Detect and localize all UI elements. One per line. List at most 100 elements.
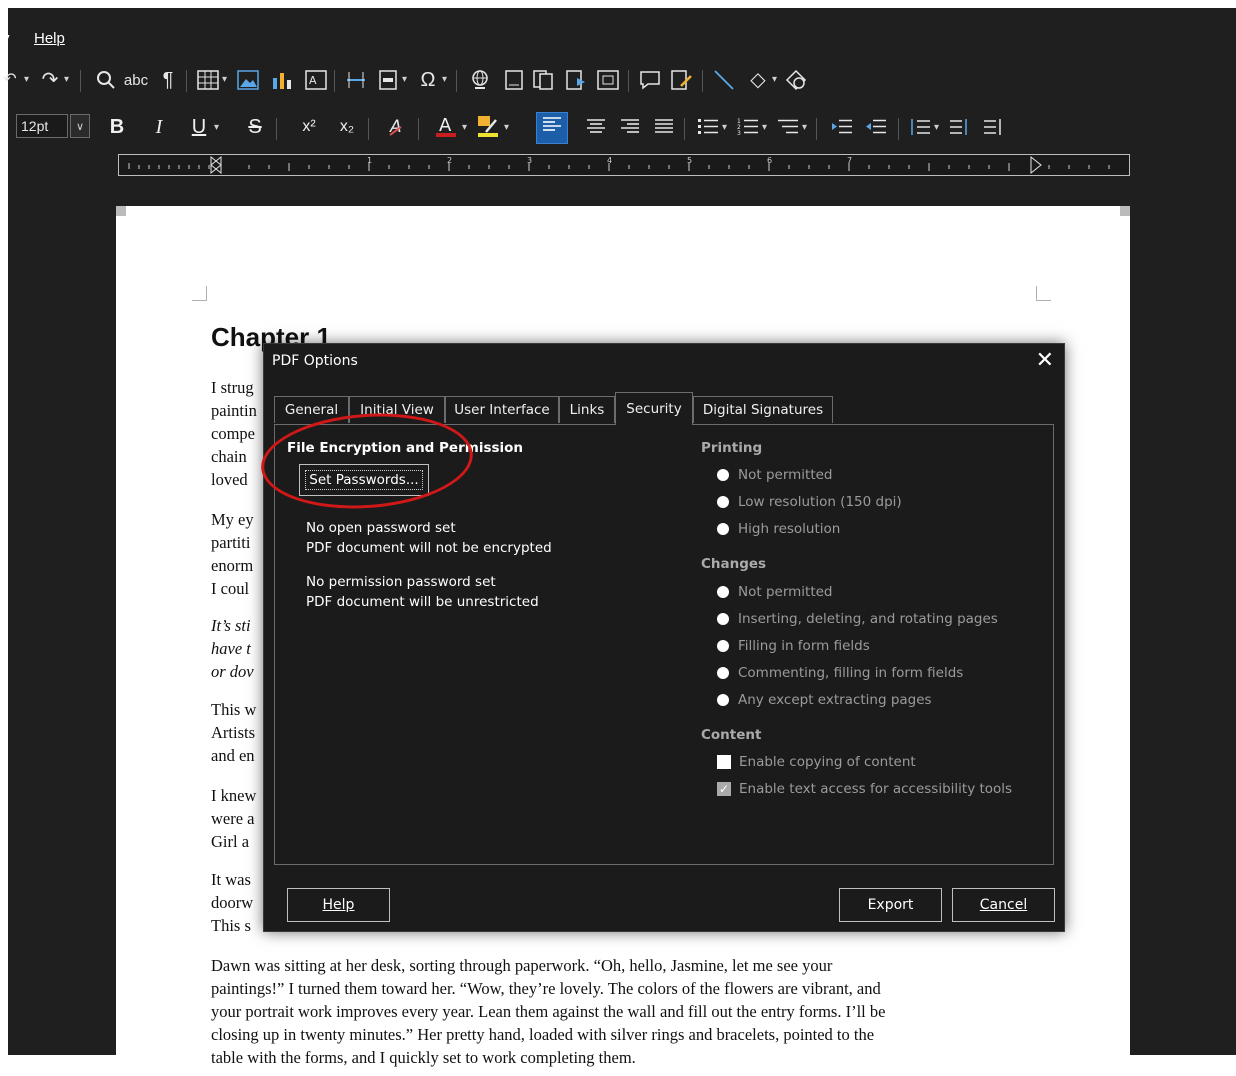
align-left-button[interactable] [536,112,568,144]
cross-reference-icon[interactable] [532,68,556,92]
special-character-icon[interactable]: Ω [416,68,440,92]
toolbar-separator [418,118,419,140]
printing-option-high-resolution[interactable]: High resolution [717,521,840,537]
insert-image-icon[interactable] [236,68,260,92]
draw-functions-icon[interactable] [784,68,808,92]
outline-list-icon[interactable] [776,115,800,139]
insert-textbox-icon[interactable]: A [304,68,328,92]
increase-paragraph-spacing-icon[interactable] [948,115,972,139]
menu-item-view[interactable]: v [2,30,10,47]
spelling-icon[interactable]: abc [124,68,148,92]
align-center-icon[interactable] [584,115,608,139]
tab-links[interactable]: Links [559,396,615,423]
clear-formatting-icon[interactable]: A [386,114,410,138]
italic-button[interactable]: I [146,114,172,140]
hyperlink-icon[interactable] [468,68,492,92]
font-size-field[interactable]: 12pt [16,114,68,138]
highlighting-color-icon[interactable] [476,114,500,138]
open-password-status: No open password set [306,520,456,536]
radio-icon [717,613,729,625]
enable-accessibility-checkbox[interactable]: ✓ Enable text access for accessibility to… [717,781,1012,797]
bold-button[interactable]: B [104,114,130,140]
insert-frame-icon[interactable] [596,68,620,92]
decrease-indent-icon[interactable] [864,115,888,139]
tab-initial-view[interactable]: Initial View [349,396,445,423]
line-spacing-icon[interactable] [908,115,932,139]
basic-shapes-icon[interactable]: ◇ [746,68,770,92]
option-label: Enable copying of content [739,754,916,770]
subscript-button[interactable]: x₂ [334,114,360,140]
unordered-list-dropdown-icon[interactable]: ▾ [722,122,727,133]
changes-option-commenting[interactable]: Commenting, filling in form fields [717,665,963,681]
help-button[interactable]: Help [287,888,390,922]
align-right-icon[interactable] [618,115,642,139]
permission-password-status: No permission password set [306,574,496,590]
horizontal-ruler[interactable]: 1 2 3 4 5 6 7 [118,154,1130,176]
formatting-marks-icon[interactable]: ¶ [156,68,180,92]
undo-dropdown-icon[interactable]: ▾ [24,74,29,85]
unordered-list-icon[interactable] [696,115,720,139]
close-icon[interactable]: ✕ [1036,348,1054,373]
changes-option-any-except-extracting[interactable]: Any except extracting pages [717,692,932,708]
line-spacing-dropdown-icon[interactable]: ▾ [934,122,939,133]
tab-security[interactable]: Security [615,392,693,425]
find-replace-icon[interactable] [94,68,118,92]
tab-general[interactable]: General [274,396,349,423]
printing-option-not-permitted[interactable]: Not permitted [717,467,833,483]
insert-chart-icon[interactable] [270,68,294,92]
cancel-button[interactable]: Cancel [952,888,1055,922]
font-color-icon[interactable]: A [434,114,458,138]
underline-dropdown-icon[interactable]: ▾ [214,122,219,133]
insert-page-break-icon[interactable] [344,68,368,92]
ordered-list-dropdown-icon[interactable]: ▾ [762,122,767,133]
strikethrough-button[interactable]: S [242,114,268,140]
radio-icon [717,586,729,598]
track-changes-icon[interactable] [670,68,694,92]
justify-icon[interactable] [652,115,676,139]
comment-icon[interactable] [638,68,662,92]
line-icon[interactable] [712,68,736,92]
changes-option-inserting-pages[interactable]: Inserting, deleting, and rotating pages [717,611,998,627]
table-dropdown-icon[interactable]: ▾ [222,74,227,85]
tab-digital-signatures[interactable]: Digital Signatures [693,396,833,423]
svg-text:3: 3 [527,156,532,165]
changes-option-filling-forms[interactable]: Filling in form fields [717,638,870,654]
undo-icon[interactable]: ↶ [0,68,22,92]
radio-icon [717,640,729,652]
svg-text:A: A [309,74,317,87]
chevron-down-icon: ∨ [75,120,85,133]
redo-icon[interactable]: ↷ [38,68,62,92]
bookmark-icon[interactable] [564,68,588,92]
radio-icon [717,523,729,535]
decrease-paragraph-spacing-icon[interactable] [982,115,1006,139]
printing-option-low-resolution[interactable]: Low resolution (150 dpi) [717,494,902,510]
page-corner-marker [116,206,126,216]
increase-indent-icon[interactable] [830,115,854,139]
enable-copying-checkbox[interactable]: Enable copying of content [717,754,916,770]
insert-table-icon[interactable] [196,68,220,92]
superscript-button[interactable]: x² [296,114,322,140]
underline-button[interactable]: U [186,114,212,140]
tab-user-interface[interactable]: User Interface [445,396,559,423]
changes-option-not-permitted[interactable]: Not permitted [717,584,833,600]
option-label: Inserting, deleting, and rotating pages [738,611,998,627]
special-character-dropdown-icon[interactable]: ▾ [442,74,447,85]
field-dropdown-icon[interactable]: ▾ [402,74,407,85]
checkmark-icon: ✓ [717,782,731,796]
font-color-dropdown-icon[interactable]: ▾ [462,122,467,133]
ordered-list-icon[interactable]: 123 [736,115,760,139]
insert-field-icon[interactable] [376,68,400,92]
font-size-dropdown-button[interactable]: ∨ [70,114,90,138]
toolbar-separator [628,70,629,92]
redo-dropdown-icon[interactable]: ▾ [64,74,69,85]
permission-password-note: PDF document will be unrestricted [306,594,539,610]
set-passwords-button[interactable]: Set Passwords... [299,464,429,496]
outline-list-dropdown-icon[interactable]: ▾ [802,122,807,133]
dialog-title: PDF Options [272,353,358,369]
highlighting-dropdown-icon[interactable]: ▾ [504,122,509,133]
footnote-icon[interactable] [502,68,526,92]
page-corner-marker [1120,206,1130,216]
shapes-dropdown-icon[interactable]: ▾ [772,74,777,85]
export-button[interactable]: Export [839,888,942,922]
menu-item-help[interactable]: Help [34,30,65,47]
